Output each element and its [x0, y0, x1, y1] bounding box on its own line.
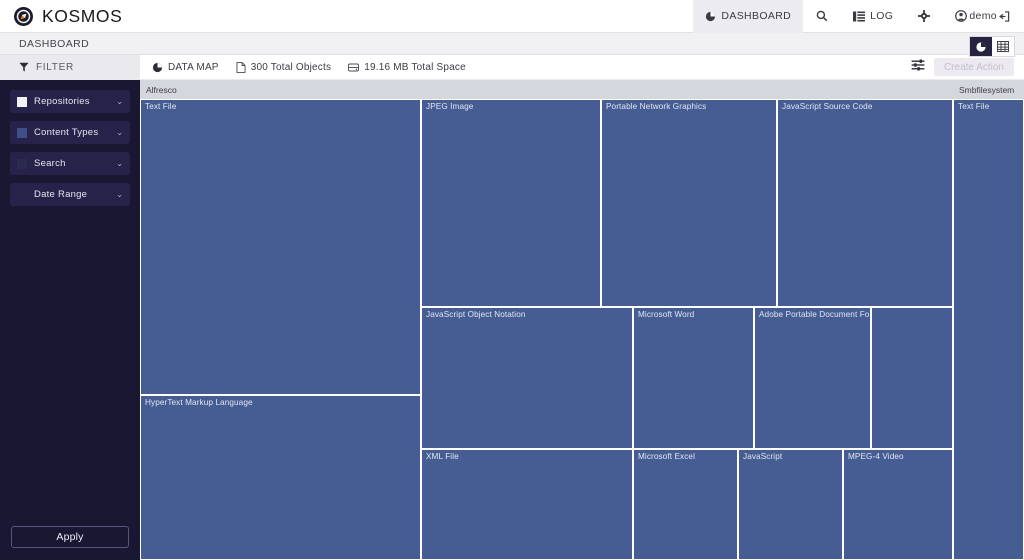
treemap-tile-label: Portable Network Graphics — [606, 102, 707, 111]
facet-label: Content Types — [34, 127, 99, 138]
facet-label: Repositories — [34, 96, 90, 107]
chevron-down-icon: ⌄ — [116, 158, 123, 168]
funnel-icon — [19, 59, 29, 77]
filter-sidebar: FILTER Repositories ⌄ Content Types ⌄ Se… — [0, 55, 140, 560]
treemap-tile-label: HyperText Markup Language — [145, 397, 253, 407]
treemap-tile-label: Microsoft Word — [638, 310, 695, 320]
top-navigation: DASHBOARD LOG demo — [693, 0, 1024, 33]
facet-color-swatch — [17, 190, 27, 200]
stat-total-space: 19.16 MB Total Space — [348, 62, 466, 73]
create-action-button[interactable]: Create Action — [933, 58, 1014, 76]
treemap-tile[interactable]: Microsoft Excel — [633, 448, 738, 560]
treemap-tile-label: Text File — [145, 102, 177, 111]
table-view-toggle[interactable] — [992, 37, 1014, 56]
breadcrumb: DASHBOARD — [0, 33, 1024, 56]
user-icon — [955, 10, 968, 22]
stat-data-map: DATA MAP — [152, 62, 219, 73]
nav-search[interactable] — [803, 0, 841, 33]
search-icon — [816, 10, 828, 22]
treemap-tile-label: JavaScript — [743, 451, 783, 461]
chevron-down-icon: ⌄ — [116, 189, 123, 199]
treemap-tile[interactable]: Text File — [140, 99, 421, 395]
treemap-tile[interactable]: Adobe Portable Document Format — [754, 307, 871, 449]
document-icon — [236, 61, 246, 73]
facet-content-types[interactable]: Content Types ⌄ — [10, 121, 130, 144]
treemap-group: Alfresco Text File HyperText Markup Langua… — [140, 80, 953, 560]
filter-header: FILTER — [0, 55, 140, 80]
filter-header-label: FILTER — [36, 62, 74, 73]
chevron-down-icon: ⌄ — [116, 127, 123, 137]
list-icon — [853, 11, 866, 22]
apply-container: Apply — [0, 526, 140, 560]
treemap-group-tiles: Text File — [953, 99, 1024, 560]
top-bar: KOSMOS DASHBOARD LOG demo — [0, 0, 1024, 33]
treemap-tile-label: Text File — [958, 102, 990, 111]
nav-dashboard[interactable]: DASHBOARD — [693, 0, 804, 33]
toolbar-actions: Create Action — [911, 58, 1024, 76]
sliders-icon[interactable] — [911, 58, 925, 76]
treemap-group-label: Smbfilesystem — [953, 80, 1024, 99]
treemap-tile-label: JavaScript Source Code — [782, 102, 873, 111]
treemap-tile[interactable]: Text File — [953, 99, 1024, 560]
treemap-tile[interactable]: MPEG-4 Video — [843, 448, 953, 560]
treemap-group-tiles: Text File HyperText Markup Language JPEG I… — [140, 99, 953, 560]
nav-log[interactable]: LOG — [841, 0, 905, 33]
treemap-tile-label: JPEG Image — [426, 102, 474, 111]
nav-user-label: demo — [969, 10, 997, 22]
facet-repositories[interactable]: Repositories ⌄ — [10, 90, 130, 113]
facet-label: Date Range — [34, 189, 88, 200]
treemap-tile[interactable]: HyperText Markup Language — [140, 394, 421, 560]
treemap-tile-label: MPEG-4 Video — [848, 451, 904, 461]
app-shell: FILTER Repositories ⌄ Content Types ⌄ Se… — [0, 55, 1024, 560]
facet-date-range[interactable]: Date Range ⌄ — [10, 183, 130, 206]
nav-log-label: LOG — [870, 10, 894, 22]
logout-icon[interactable] — [999, 10, 1010, 22]
data-map-treemap: Alfresco Text File HyperText Markup Langua… — [140, 80, 1024, 560]
treemap-tile[interactable]: Portable Network Graphics — [601, 99, 777, 308]
treemap-tile[interactable] — [871, 307, 953, 449]
chevron-down-icon: ⌄ — [116, 96, 123, 106]
treemap-tile-label: Microsoft Excel — [638, 451, 696, 461]
treemap-tile[interactable]: Microsoft Word — [633, 307, 754, 449]
facet-list: Repositories ⌄ Content Types ⌄ Search ⌄ … — [0, 80, 140, 214]
stat-label: 300 Total Objects — [250, 61, 332, 73]
compass-icon — [14, 6, 33, 26]
stat-label: DATA MAP — [168, 61, 219, 73]
treemap-tile-label: Adobe Portable Document Format — [759, 310, 870, 320]
treemap-group-label: Alfresco — [140, 80, 953, 99]
treemap-tile[interactable]: XML File — [421, 448, 633, 560]
treemap-tile-label: XML File — [426, 451, 459, 461]
treemap-group: Smbfilesystem Text File — [953, 80, 1024, 560]
stats-toolbar: DATA MAP 300 Total Objects 19.16 MB Tota… — [140, 55, 1024, 80]
main-content: DATA MAP 300 Total Objects 19.16 MB Tota… — [140, 55, 1024, 560]
gear-icon — [918, 10, 931, 22]
facet-color-swatch — [17, 158, 27, 169]
brand-name: KOSMOS — [42, 5, 123, 26]
pie-chart-icon — [152, 62, 163, 73]
stat-total-objects: 300 Total Objects — [236, 62, 332, 73]
treemap-tile[interactable]: JavaScript — [738, 448, 843, 560]
nav-dashboard-label: DASHBOARD — [721, 10, 792, 22]
apply-button[interactable]: Apply — [11, 526, 129, 548]
treemap-tile[interactable]: JPEG Image — [421, 99, 601, 308]
facet-color-swatch — [17, 127, 27, 138]
treemap-tile[interactable]: JavaScript Source Code — [777, 99, 953, 308]
pie-chart-icon — [705, 11, 716, 22]
treemap-tile-label: JavaScript Object Notation — [426, 310, 526, 320]
stat-label: 19.16 MB Total Space — [364, 61, 466, 73]
chart-view-toggle[interactable] — [970, 37, 992, 56]
breadcrumb-label: DASHBOARD — [19, 37, 90, 50]
nav-settings[interactable] — [905, 0, 943, 33]
facet-label: Search — [34, 158, 66, 169]
treemap-tile[interactable]: JavaScript Object Notation — [421, 307, 633, 449]
facet-search[interactable]: Search ⌄ — [10, 152, 130, 175]
nav-user-menu[interactable]: demo — [943, 0, 1024, 33]
database-icon — [348, 62, 360, 73]
view-toggle-group — [970, 37, 1014, 56]
facet-color-swatch — [17, 96, 27, 107]
brand[interactable]: KOSMOS — [0, 6, 122, 27]
